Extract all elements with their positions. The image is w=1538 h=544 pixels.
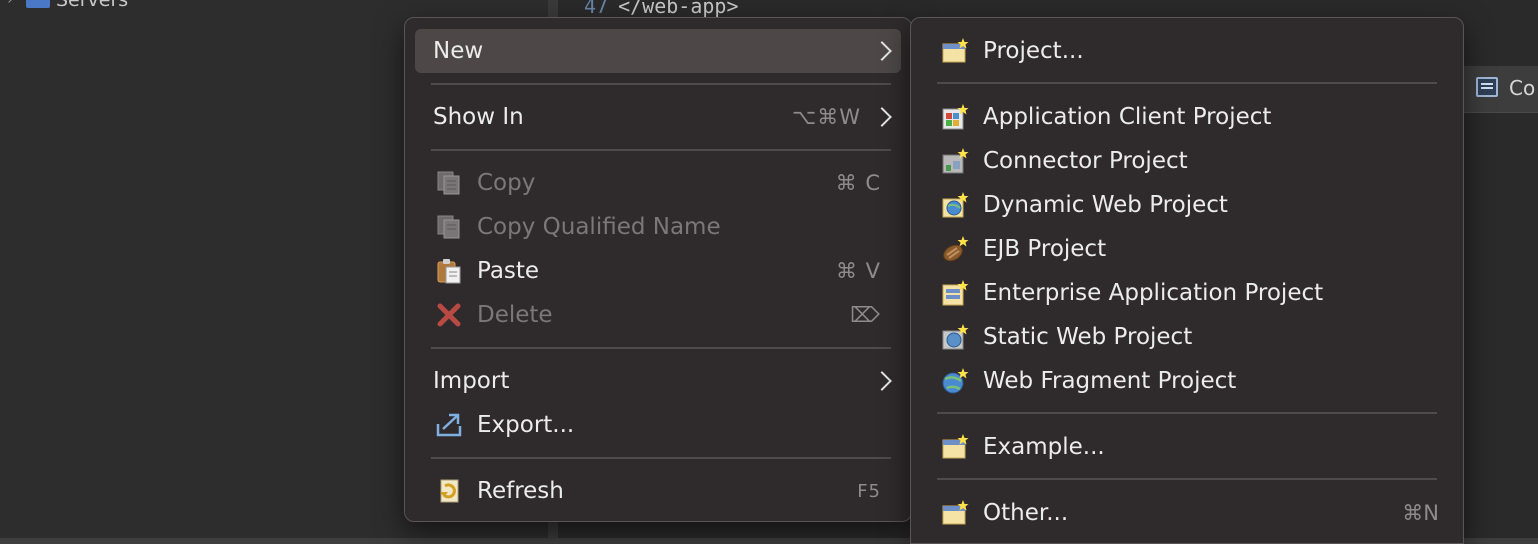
chevron-right-icon: [872, 371, 892, 391]
chevron-right-icon: [872, 41, 892, 61]
context-menu: New Show In ⌥⌘W Copy ⌘ C Copy Qualified …: [404, 17, 912, 522]
submenu-item-label: Other...: [983, 500, 1069, 526]
submenu-item-label: Enterprise Application Project: [983, 280, 1324, 306]
web-fragment-project-icon: [942, 368, 969, 394]
menu-item-copy-qualified-name[interactable]: Copy Qualified Name: [415, 205, 901, 249]
shortcut-label: ⌥⌘W: [792, 105, 861, 129]
editor-code-line: 47 </web-app>: [584, 0, 739, 18]
menu-separator: [431, 149, 891, 151]
delete-icon: [437, 303, 461, 327]
chevron-right-icon[interactable]: ›: [0, 0, 20, 8]
submenu-item-label: Application Client Project: [983, 104, 1272, 130]
menu-item-label: Delete: [477, 302, 553, 328]
menu-item-label: Copy: [477, 170, 536, 196]
chevron-right-icon: [872, 107, 892, 127]
submenu-item-connector-project[interactable]: Connector Project: [929, 139, 1445, 183]
menu-separator: [431, 347, 891, 349]
submenu-item-label: Dynamic Web Project: [983, 192, 1228, 218]
export-icon: [436, 413, 462, 437]
menu-item-delete[interactable]: Delete ⌦: [415, 293, 901, 337]
menu-item-label: Export...: [477, 412, 575, 438]
connector-project-icon: [942, 148, 969, 174]
line-number: 47: [584, 0, 609, 18]
shortcut-label: ⌘ C: [835, 171, 881, 195]
menu-item-import[interactable]: Import: [415, 359, 901, 403]
shortcut-label: ⌘N: [1402, 501, 1439, 525]
refresh-icon: [440, 479, 459, 503]
menu-item-label: Copy Qualified Name: [477, 214, 721, 240]
tree-item-servers[interactable]: › Servers: [0, 0, 128, 11]
submenu-item-application-client-project[interactable]: Application Client Project: [929, 95, 1445, 139]
submenu-item-label: Web Fragment Project: [983, 368, 1237, 394]
menu-separator: [937, 412, 1437, 414]
menu-item-show-in[interactable]: Show In ⌥⌘W: [415, 95, 901, 139]
menu-item-refresh[interactable]: Refresh F5: [415, 469, 901, 513]
menu-item-new[interactable]: New: [415, 29, 901, 73]
menu-item-label: Show In: [433, 104, 524, 130]
menu-item-label: Import: [433, 368, 510, 394]
example-icon: [942, 434, 969, 459]
submenu-item-other[interactable]: Other... ⌘N: [929, 491, 1445, 535]
paste-icon: [437, 259, 461, 284]
menu-item-label: Refresh: [477, 478, 564, 504]
menu-item-label: Paste: [477, 258, 540, 284]
console-icon: [1476, 77, 1498, 97]
code-text: </web-app>: [618, 0, 739, 18]
submenu-item-project[interactable]: Project...: [929, 29, 1445, 73]
menu-item-paste[interactable]: Paste ⌘ V: [415, 249, 901, 293]
menu-item-label: New: [433, 38, 484, 64]
shortcut-label: ⌦: [850, 303, 881, 327]
submenu-item-label: Example...: [983, 434, 1105, 460]
submenu-item-enterprise-application-project[interactable]: Enterprise Application Project: [929, 271, 1445, 315]
submenu-item-label: Static Web Project: [983, 324, 1193, 350]
ejb-project-icon: [943, 236, 969, 262]
menu-item-copy[interactable]: Copy ⌘ C: [415, 161, 901, 205]
submenu-item-dynamic-web-project[interactable]: Dynamic Web Project: [929, 183, 1445, 227]
copy-qualified-name-icon: [437, 215, 460, 239]
submenu-item-label: Connector Project: [983, 148, 1188, 174]
submenu-item-web-fragment-project[interactable]: Web Fragment Project: [929, 359, 1445, 403]
menu-separator: [431, 457, 891, 459]
static-web-project-icon: [942, 324, 969, 350]
other-wizard-icon: [942, 500, 969, 525]
new-submenu: Project... Application Client Project Co…: [910, 17, 1464, 544]
folder-icon: [26, 0, 50, 8]
menu-separator: [431, 83, 891, 85]
console-tab-label: Co: [1509, 76, 1536, 100]
submenu-item-ejb-project[interactable]: EJB Project: [929, 227, 1445, 271]
menu-separator: [937, 478, 1437, 480]
application-client-project-icon: [942, 104, 969, 130]
menu-item-export[interactable]: Export...: [415, 403, 901, 447]
shortcut-label: F5: [857, 480, 881, 502]
tree-item-label: Servers: [56, 0, 129, 11]
submenu-item-label: EJB Project: [983, 236, 1107, 262]
menu-separator: [937, 82, 1437, 84]
enterprise-application-project-icon: [942, 280, 969, 306]
submenu-item-static-web-project[interactable]: Static Web Project: [929, 315, 1445, 359]
submenu-item-example[interactable]: Example...: [929, 425, 1445, 469]
console-view-tab[interactable]: Co: [1463, 66, 1538, 113]
dynamic-web-project-icon: [942, 192, 969, 218]
copy-icon: [437, 171, 460, 195]
shortcut-label: ⌘ V: [835, 259, 881, 283]
new-project-icon: [942, 38, 969, 63]
submenu-item-label: Project...: [983, 38, 1084, 64]
